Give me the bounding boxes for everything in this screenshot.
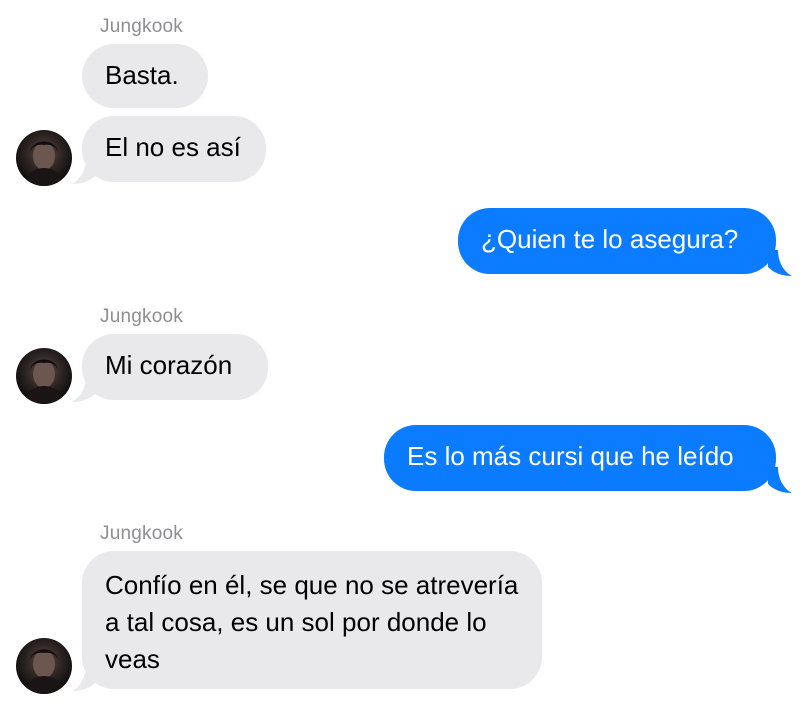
message-text: Confío en él, se que no se atrevería a t… [105, 570, 519, 674]
bubble-tail [72, 376, 98, 402]
sender-name: Jungkook [100, 306, 183, 327]
bubble-tail [72, 158, 98, 184]
contact-photo-icon [24, 649, 64, 694]
message-bubble-outgoing[interactable]: Es lo más cursi que he leído [384, 425, 776, 491]
contact-photo-icon [24, 141, 64, 186]
message-bubble-incoming[interactable]: El no es así [82, 116, 266, 182]
message-bubble-incoming[interactable]: Confío en él, se que no se atrevería a t… [82, 551, 542, 689]
contact-photo-icon [24, 359, 64, 404]
avatar[interactable] [16, 638, 72, 694]
message-bubble-incoming[interactable]: Mi corazón [82, 334, 268, 400]
message-text: ¿Quien te lo asegura? [481, 224, 739, 254]
bubble-tail [72, 665, 98, 691]
message-bubble-incoming[interactable]: Basta. [82, 44, 208, 108]
bubble-tail [766, 250, 792, 276]
message-text: Mi corazón [105, 350, 233, 380]
avatar[interactable] [16, 348, 72, 404]
message-bubble-outgoing[interactable]: ¿Quien te lo asegura? [458, 208, 776, 274]
avatar[interactable] [16, 130, 72, 186]
message-text: Es lo más cursi que he leído [407, 441, 734, 471]
bubble-tail [766, 467, 792, 493]
message-text: Basta. [105, 60, 179, 90]
sender-name: Jungkook [100, 16, 183, 37]
message-text: El no es así [105, 132, 241, 162]
sender-name: Jungkook [100, 523, 183, 544]
